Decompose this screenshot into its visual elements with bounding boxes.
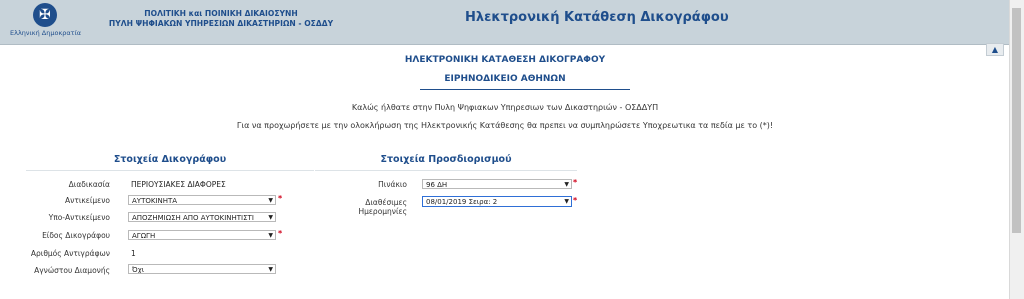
chevron-down-icon: ▼ bbox=[564, 181, 569, 188]
court-name: ΕΙΡΗΝΟΔΙΚΕΙΟ ΑΘΗΝΩΝ bbox=[444, 74, 566, 84]
greek-republic-logo: ✠ Ελληνική Δημοκρατία bbox=[10, 3, 82, 41]
available-dates-label: Διαθέσιμες Ημερομηνίες bbox=[358, 198, 407, 216]
header-bar: ✠ Ελληνική Δημοκρατία ΠΟΛΙΤΙΚΗ και ΠΟΙΝΙ… bbox=[0, 0, 1010, 45]
document-type-label: Είδος Δικογράφου bbox=[42, 231, 110, 240]
sub-subject-label: Υπο-Αντικείμενο bbox=[48, 213, 110, 222]
chevron-down-icon: ▼ bbox=[268, 197, 273, 204]
available-dates-select-value: 08/01/2019 Σειρα: 2 bbox=[426, 198, 498, 206]
document-type-select-value: ΑΓΩΓΗ bbox=[132, 232, 156, 240]
docket-select[interactable]: 96 ΔΗ ▼ bbox=[422, 179, 572, 189]
subject-label: Αντικείμενο bbox=[65, 196, 110, 205]
welcome-text: Καλώς ήλθατε στην Πυλη Ψηφιακων Υπηρεσιω… bbox=[351, 103, 659, 112]
chevron-down-icon: ▼ bbox=[268, 266, 273, 273]
sub-subject-select-value: ΑΠΟΖΗΜΙΩΣΗ ΑΠΟ ΑΥΤΟΚΙΝΗΤΙΣΤΙ bbox=[132, 214, 254, 222]
chevron-down-icon: ▼ bbox=[268, 214, 273, 221]
org-line-2: ΠΥΛΗ ΨΗΦΙΑΚΩΝ ΥΠΗΡΕΣΙΩΝ ΔΙΚΑΣΤΗΡΙΩΝ - ΟΣ… bbox=[108, 19, 334, 28]
chevron-down-icon: ▼ bbox=[268, 232, 273, 239]
doc-section-divider bbox=[26, 170, 314, 171]
scrollbar-thumb[interactable] bbox=[1012, 8, 1021, 233]
docket-label: Πινάκιο bbox=[378, 180, 407, 189]
chevron-down-icon: ▼ bbox=[564, 198, 569, 205]
organization-name: ΠΟΛΙΤΙΚΗ και ΠΟΙΝΙΚΗ ΔΙΚΑΙΟΣΥΝΗ ΠΥΛΗ ΨΗΦ… bbox=[96, 9, 346, 29]
schedule-section-title: Στοιχεία Προσδιορισμού bbox=[380, 154, 512, 165]
logo-text: Ελληνική Δημοκρατία bbox=[10, 29, 82, 37]
copies-count-value: 1 bbox=[131, 249, 136, 258]
required-marker: * bbox=[278, 229, 283, 238]
unknown-residence-label: Αγνώστου Διαμονής bbox=[34, 266, 110, 275]
sub-subject-select[interactable]: ΑΠΟΖΗΜΙΩΣΗ ΑΠΟ ΑΥΤΟΚΙΝΗΤΙΣΤΙ ▼ bbox=[128, 212, 276, 222]
instructions-text: Για να προχωρήσετε με την ολοκλήρωση της… bbox=[236, 121, 774, 130]
unknown-residence-select[interactable]: Όχι ▼ bbox=[128, 264, 276, 274]
required-marker: * bbox=[573, 196, 578, 205]
required-marker: * bbox=[573, 178, 578, 187]
procedure-value: ΠΕΡΙΟΥΣΙΑΚΕΣ ΔΙΑΦΟΡΕΣ bbox=[131, 180, 226, 189]
subject-select[interactable]: ΑΥΤΟΚΙΝΗΤΑ ▼ bbox=[128, 195, 276, 205]
app-title: Ηλεκτρονική Κατάθεση Δικογράφου bbox=[465, 10, 729, 25]
coat-of-arms-icon: ✠ bbox=[33, 3, 57, 27]
title-divider bbox=[420, 89, 630, 90]
procedure-label: Διαδικασία bbox=[68, 180, 110, 189]
document-type-select[interactable]: ΑΓΩΓΗ ▼ bbox=[128, 230, 276, 240]
vertical-scrollbar[interactable] bbox=[1009, 0, 1024, 299]
doc-section-title: Στοιχεία Δικογράφου bbox=[113, 154, 227, 165]
schedule-section-divider bbox=[315, 170, 577, 171]
copies-count-label: Αριθμός Αντιγράφων bbox=[30, 249, 110, 258]
page-title: ΗΛΕΚΤΡΟΝΙΚΗ ΚΑΤΑΘΕΣΗ ΔΙΚΟΓΡΑΦΟΥ bbox=[404, 55, 606, 65]
subject-select-value: ΑΥΤΟΚΙΝΗΤΑ bbox=[132, 197, 178, 205]
unknown-residence-select-value: Όχι bbox=[132, 266, 145, 274]
available-dates-select[interactable]: 08/01/2019 Σειρα: 2 ▼ bbox=[422, 196, 572, 207]
org-line-1: ΠΟΛΙΤΙΚΗ και ΠΟΙΝΙΚΗ ΔΙΚΑΙΟΣΥΝΗ bbox=[144, 9, 298, 18]
required-marker: * bbox=[278, 194, 283, 203]
docket-select-value: 96 ΔΗ bbox=[426, 181, 448, 189]
